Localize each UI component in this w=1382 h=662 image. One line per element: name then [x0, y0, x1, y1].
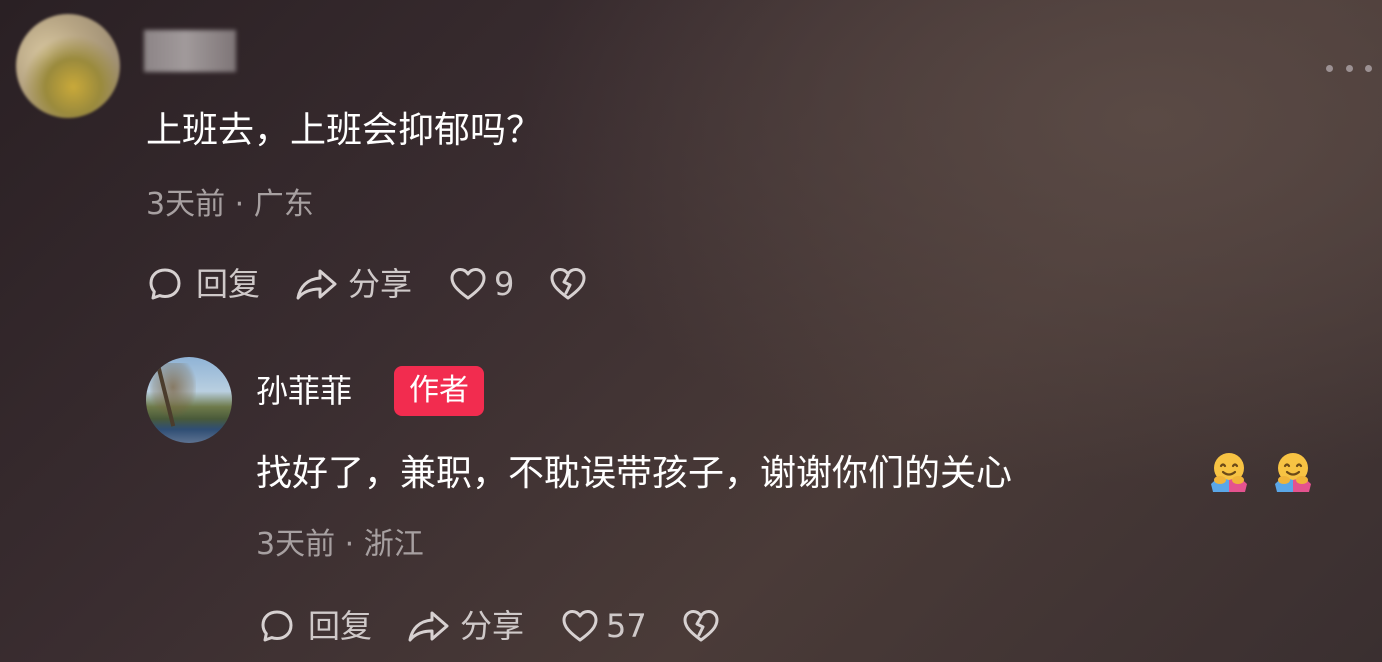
broken-heart-icon — [550, 268, 586, 300]
reply-label: 回复 — [308, 607, 373, 645]
like-count: 57 — [606, 607, 647, 645]
hugging-face-emoji-icon — [1211, 453, 1247, 492]
broken-heart-icon — [683, 610, 719, 642]
hugging-face-emoji-icon — [1275, 453, 1311, 492]
like-button[interactable]: 9 — [448, 264, 514, 304]
author-name[interactable]: 孙菲菲 — [256, 368, 352, 414]
dislike-button[interactable] — [548, 266, 588, 302]
commenter-avatar[interactable] — [16, 14, 120, 118]
comment-action-bar: 回复 分享 9 — [146, 264, 588, 304]
like-count: 9 — [494, 265, 515, 303]
heart-icon — [562, 610, 598, 642]
heart-icon — [450, 268, 486, 300]
dot-icon — [1345, 64, 1353, 72]
share-button[interactable]: 分享 — [406, 606, 524, 646]
more-options-button[interactable] — [1326, 58, 1372, 78]
dot-icon — [1326, 64, 1333, 72]
comment-meta: 3天前 · 广东 — [146, 187, 314, 222]
commenter-username-blurred[interactable] — [144, 30, 236, 72]
reply-meta: 3天前 · 浙江 — [256, 527, 424, 562]
share-button[interactable]: 分享 — [294, 264, 412, 304]
author-avatar[interactable] — [146, 357, 232, 443]
author-badge: 作者 — [394, 366, 484, 416]
reply-button[interactable]: 回复 — [146, 264, 260, 304]
dislike-button[interactable] — [681, 608, 721, 644]
comment-text: 上班去，上班会抑郁吗？ — [146, 110, 543, 151]
like-button[interactable]: 57 — [560, 606, 647, 646]
reply-action-bar: 回复 分享 57 — [258, 606, 721, 646]
share-arrow-icon — [296, 269, 337, 300]
reply-bubble-icon — [261, 610, 293, 642]
reply-text: 找好了，兼职，不耽误带孩子，谢谢你们的关心 — [256, 453, 1013, 494]
reply-label: 回复 — [196, 265, 261, 303]
reply-button[interactable]: 回复 — [258, 606, 372, 646]
reply-bubble-icon — [149, 268, 181, 300]
dot-icon — [1365, 64, 1372, 72]
share-arrow-icon — [408, 611, 449, 642]
share-label: 分享 — [348, 265, 413, 303]
share-label: 分享 — [460, 607, 525, 645]
